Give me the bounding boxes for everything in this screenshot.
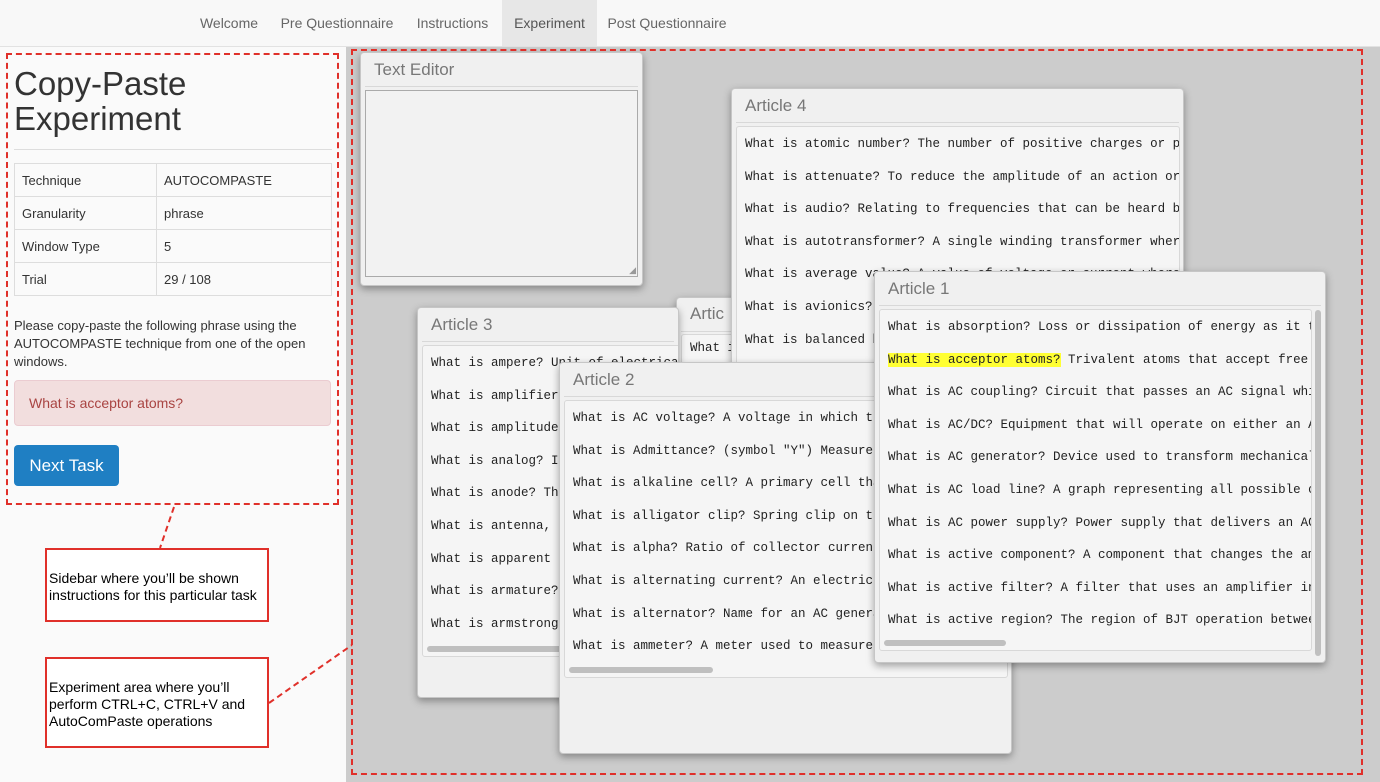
experiment-annotation: Experiment area where you’ll perform CTR… [45, 657, 269, 748]
sidebar-annotation: Sidebar where you’ll be shown instructio… [45, 548, 269, 622]
sidebar-leader-line [159, 506, 175, 549]
experiment-leader-line [268, 644, 353, 704]
